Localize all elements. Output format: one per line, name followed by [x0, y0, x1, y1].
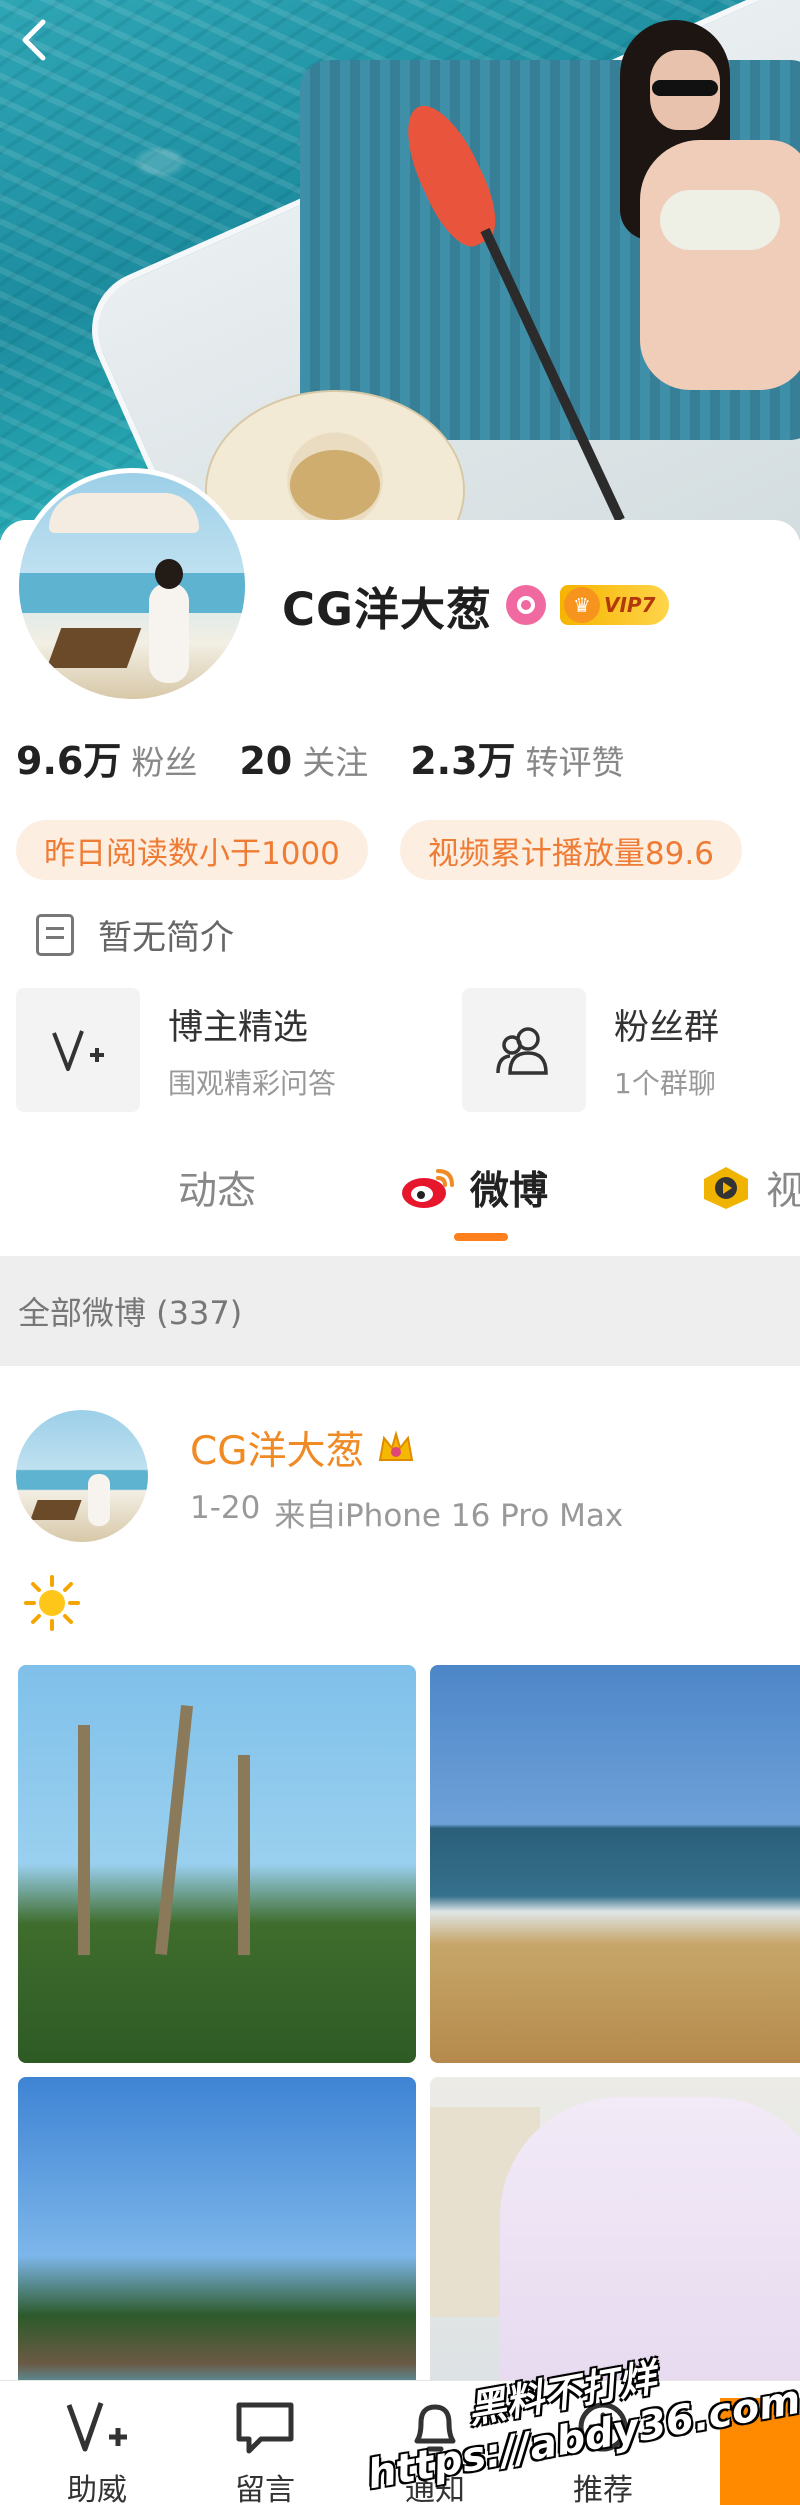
follow-button[interactable]	[720, 2398, 800, 2505]
feature-blogger-picks[interactable]: 博主精选 围观精彩问答	[16, 988, 462, 1112]
post-source: 来自iPhone 16 Pro Max	[274, 1498, 624, 1534]
group-icon	[462, 988, 586, 1112]
document-icon	[36, 913, 74, 956]
post-date: 1-20	[190, 1490, 261, 1526]
avatar[interactable]	[14, 468, 250, 704]
profile-cover-photo	[0, 0, 800, 540]
pill-video-plays[interactable]: 视频累计播放量89.6	[399, 820, 742, 880]
all-posts-header[interactable]: 全部微博 (337)	[0, 1256, 800, 1366]
stat-value: 20	[239, 739, 293, 783]
stat-label: 转评赞	[525, 743, 625, 782]
tab-label: 动态	[178, 1169, 257, 1214]
message-icon	[236, 2402, 294, 2454]
profile-intro[interactable]: 暂无简介	[36, 910, 234, 959]
stat-label: 粉丝	[131, 743, 198, 782]
feature-title: 博主精选	[168, 1007, 309, 1048]
stat-followers[interactable]: 9.6万 粉丝	[16, 730, 197, 785]
feature-fan-group[interactable]: 粉丝群 1个群聊	[462, 988, 800, 1112]
intro-text: 暂无简介	[98, 918, 234, 958]
bottom-action-bar: 助威 留言 通知 推荐	[0, 2380, 800, 2505]
sun-icon	[24, 1575, 80, 1631]
achievement-pills: 昨日阅读数小于1000 视频累计播放量89.6	[16, 820, 742, 880]
post-photo[interactable]	[430, 1665, 800, 2063]
feature-subtitle: 围观精彩问答	[168, 1066, 337, 1100]
stat-value: 2.3万	[410, 739, 516, 783]
tab-video[interactable]: 视	[700, 1160, 800, 1216]
post-meta: 1-20 来自iPhone 16 Pro Max	[190, 1490, 623, 1535]
cover-person	[610, 20, 800, 400]
pill-read-count[interactable]: 昨日阅读数小于1000	[16, 820, 368, 880]
profile-name: CG洋大葱	[282, 582, 492, 636]
tab-weibo[interactable]: 微博	[400, 1160, 548, 1216]
bottom-label: 助威	[67, 2473, 127, 2505]
vip-badge[interactable]: ♛ VIP7	[559, 585, 670, 625]
bottom-label: 留言	[235, 2473, 295, 2505]
crown-icon: ♛	[563, 587, 600, 623]
crown-badge-icon	[374, 1428, 418, 1468]
bottom-label: 推荐	[573, 2473, 633, 2505]
feature-subtitle: 1个群聊	[614, 1066, 716, 1100]
stat-label: 关注	[302, 743, 369, 782]
video-icon	[704, 1167, 748, 1209]
profile-stats: 9.6万 粉丝 20 关注 2.3万 转评赞	[16, 730, 667, 785]
notify-button[interactable]: 通知	[380, 2399, 490, 2505]
tab-label: 视	[766, 1169, 800, 1214]
v-plus-icon	[66, 2402, 127, 2452]
post-author-avatar[interactable]	[16, 1410, 148, 1542]
chevron-left-icon	[22, 19, 46, 61]
post-author-row: CG洋大葱	[190, 1420, 418, 1476]
bottom-label: 通知	[405, 2473, 465, 2505]
hat-band	[290, 450, 380, 520]
tab-feed[interactable]: 动态	[178, 1160, 256, 1216]
cheer-button[interactable]: 助威	[42, 2399, 152, 2505]
feature-title: 粉丝群	[614, 1007, 720, 1048]
recommend-icon	[578, 2402, 628, 2452]
verified-badge-icon[interactable]	[505, 585, 546, 625]
v-plus-icon	[16, 988, 140, 1112]
all-posts-label: 全部微博 (337)	[18, 1294, 243, 1332]
weibo-icon	[402, 1169, 454, 1208]
feature-cards: 博主精选 围观精彩问答 粉丝群 1个群聊	[16, 988, 800, 1112]
stat-value: 9.6万	[16, 739, 122, 783]
vip-label: VIP7	[603, 593, 656, 617]
bell-icon	[414, 2404, 456, 2452]
post-author-name[interactable]: CG洋大葱	[190, 1420, 364, 1476]
active-tab-indicator	[454, 1233, 508, 1241]
stat-reposts-likes[interactable]: 2.3万 转评赞	[410, 730, 624, 785]
tab-label: 微博	[470, 1169, 549, 1214]
stat-following[interactable]: 20 关注	[239, 736, 368, 784]
profile-name-row: CG洋大葱 ♛ VIP7	[282, 575, 670, 636]
profile-tabs: 动态 微博 视	[0, 1140, 800, 1241]
message-button[interactable]: 留言	[210, 2399, 320, 2505]
back-button[interactable]	[8, 14, 60, 66]
recommend-button[interactable]: 推荐	[548, 2399, 658, 2505]
post-photo[interactable]	[18, 1665, 416, 2063]
